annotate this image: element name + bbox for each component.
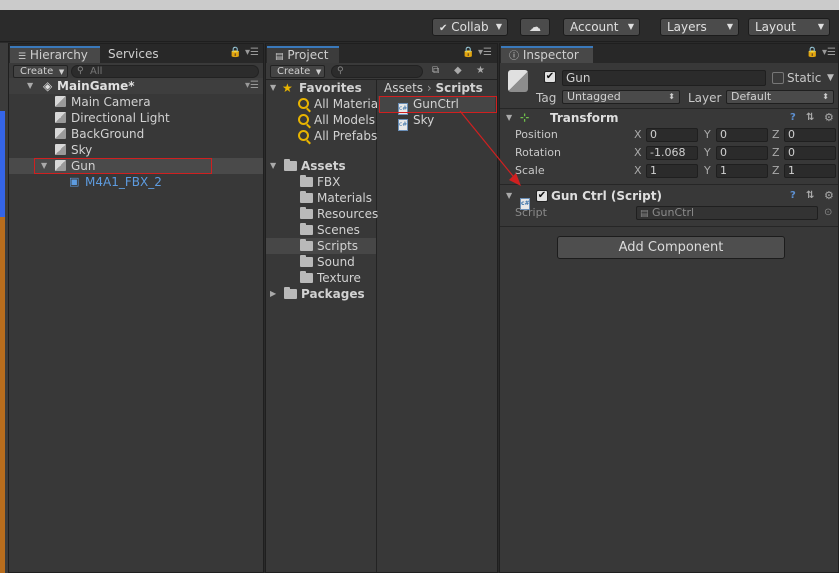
arrow-line [459,110,518,182]
arrow-head-icon [509,173,521,186]
drag-annotation-arrow [459,110,521,186]
